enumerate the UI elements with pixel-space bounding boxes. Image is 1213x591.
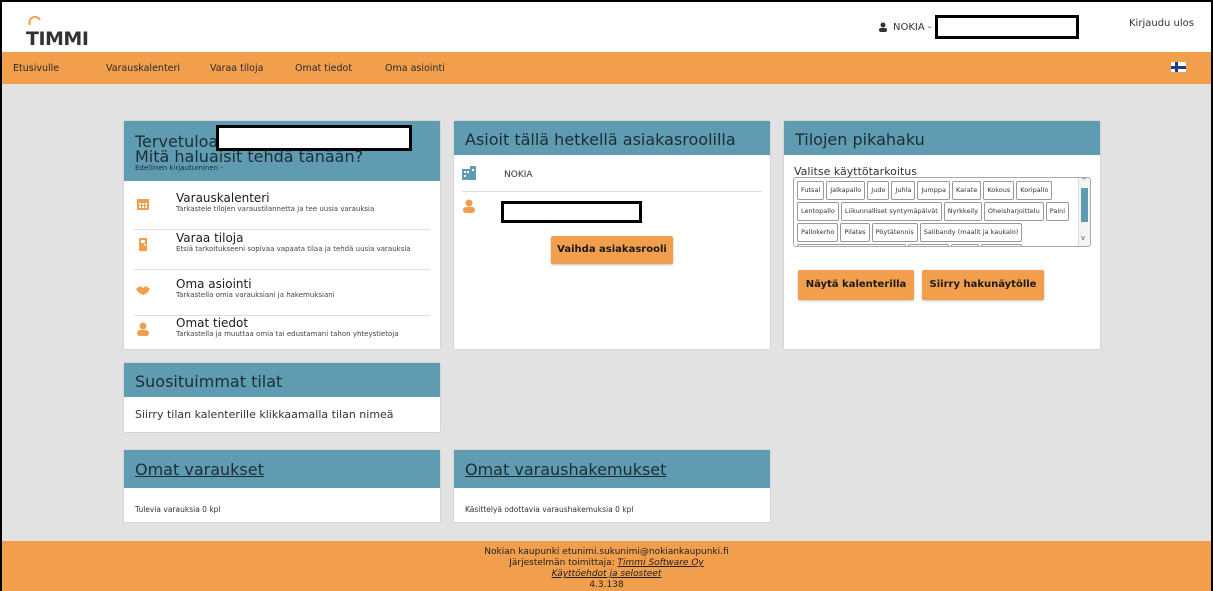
show-calendar-button[interactable]: Näytä kalenterilla	[798, 270, 914, 300]
user-label: NOKIA -	[893, 21, 932, 33]
redacted-username	[934, 15, 1079, 39]
menu-item-desc: Etsiä tarkoitukseeni sopivaa vapaata til…	[176, 245, 411, 253]
user-icon	[137, 322, 149, 336]
popular-text: Siirry tilan kalenterille klikkaamalla t…	[135, 408, 394, 421]
welcome-card: Tervetuloa Mitä haluaisit tehdä tänään? …	[124, 121, 440, 349]
purpose-tag[interactable]: Liikunnalliset syntymäpäivät	[840, 202, 942, 221]
purpose-tag[interactable]: Pöytätennis	[871, 223, 918, 242]
door-icon	[139, 238, 147, 251]
footer-vendor-line: Järjestelmän toimittaja: Timmi Software …	[2, 558, 1211, 569]
nav-item-my-transactions[interactable]: Oma asiointi	[385, 63, 445, 74]
go-search-button[interactable]: Siirry hakunäytölle	[922, 270, 1044, 300]
redacted-person	[501, 201, 642, 223]
vendor-link[interactable]: Timmi Software Oy	[618, 558, 704, 568]
user-menu[interactable]: NOKIA -	[878, 15, 1079, 39]
purpose-tag[interactable]: Koripallo	[1016, 181, 1053, 200]
purpose-tag[interactable]: Sulkapallo	[907, 244, 950, 246]
scroll-down-icon[interactable]: v	[1081, 234, 1085, 242]
applications-title-link[interactable]: Omat varaushakemukset	[465, 460, 666, 479]
purpose-tag[interactable]: Juhla	[891, 181, 916, 200]
menu-item-title: Omat tiedot	[176, 316, 249, 330]
nav-item-home[interactable]: Etusivulle	[13, 63, 59, 74]
purpose-tag[interactable]: Tanssi	[951, 244, 979, 246]
scroll-up-icon[interactable]: ^	[1081, 178, 1087, 185]
purpose-tag[interactable]: Nyrkkeily	[943, 202, 982, 221]
role-card: Asioit tällä hetkellä asiakasroolilla NO…	[454, 121, 770, 349]
purpose-tag[interactable]: Karate	[951, 181, 982, 200]
version: 4.3.138	[589, 580, 624, 590]
menu-item-desc: Tarkastele tilojen varaustilannetta ja t…	[176, 205, 375, 213]
purpose-tag[interactable]: Futsal	[797, 181, 825, 200]
nav-item-calendar[interactable]: Varauskalenteri	[106, 63, 180, 74]
menu-item-title: Oma asiointi	[176, 277, 252, 291]
popular-header: Suosituimmat tilat	[124, 363, 440, 397]
role-header: Asioit tällä hetkellä asiakasroolilla	[454, 121, 770, 155]
menu-item-desc: Tarkastella ja muuttaa omia tai edustama…	[176, 330, 399, 338]
calendar-icon	[137, 199, 149, 210]
my-applications-card: Omat varaushakemukset Käsittelyä odottav…	[454, 450, 770, 522]
logo-text: TIMMI	[26, 28, 89, 50]
reservations-title-link[interactable]: Omat varaukset	[135, 460, 264, 479]
popular-title: Suosituimmat tilat	[135, 372, 283, 391]
purpose-tag[interactable]: Salibandy (maalit, ei kaukaloa)	[797, 244, 906, 246]
applications-count: Käsittelyä odottavia varaushakemuksia 0 …	[465, 505, 634, 514]
purpose-tag[interactable]: Pilates	[840, 223, 870, 242]
menu-item-desc: Tarkastella omia varauksiani ja hakemuks…	[176, 291, 335, 299]
quick-search-title: Tilojen pikahaku	[795, 130, 925, 149]
purpose-tag[interactable]: Pallokerho	[797, 223, 839, 242]
welcome-header: Tervetuloa Mitä haluaisit tehdä tänään? …	[124, 121, 440, 181]
main-nav: Etusivulle Varauskalenteri Varaa tiloja …	[2, 52, 1211, 84]
purpose-tag-list[interactable]: Futsal Jalkapallo Judo Juhla Jumppa Karate Kok…	[793, 177, 1091, 247]
org-name: NOKIA	[504, 170, 533, 180]
purpose-tag[interactable]: Judo	[867, 181, 890, 200]
purpose-tag[interactable]: Lentopallo	[797, 202, 839, 221]
popular-spaces-card: Suosituimmat tilat Siirry tilan kalenter…	[124, 363, 440, 432]
footer-contact: Nokian kaupunki etunimi.sukunimi@nokiank…	[484, 547, 729, 557]
my-reservations-card: Omat varaukset Tulevia varauksia 0 kpl	[124, 450, 440, 522]
menu-item-book[interactable]: Varaa tiloja Etsiä tarkoitukseeni sopiva…	[134, 223, 430, 270]
applications-header: Omat varaushakemukset	[454, 450, 770, 488]
top-bar: TIMMI NOKIA - Kirjaudu ulos	[2, 2, 1211, 52]
building-icon	[462, 166, 476, 180]
purpose-tag[interactable]: Paini	[1045, 202, 1070, 221]
footer-vendor-label: Järjestelmän toimittaja:	[509, 558, 615, 568]
purpose-tags: Futsal Jalkapallo Judo Juhla Jumppa Karate Kok…	[796, 180, 1076, 246]
reservations-header: Omat varaukset	[124, 450, 440, 488]
last-login: Edellinen kirjautuminen -	[135, 164, 223, 172]
purpose-tag[interactable]: Kokous	[983, 181, 1015, 200]
menu-item-profile[interactable]: Omat tiedot Tarkastella ja muuttaa omia …	[134, 308, 430, 354]
logo-arc-icon	[28, 15, 41, 26]
purpose-tag[interactable]: Voimistelu	[980, 244, 1023, 246]
quick-search-card: Tilojen pikahaku Valitse käyttötarkoitus…	[784, 121, 1100, 349]
purpose-tag[interactable]: Jalkapallo	[826, 181, 866, 200]
purpose-tag[interactable]: Oheisharjoittelu	[983, 202, 1044, 221]
footer: Nokian kaupunki etunimi.sukunimi@nokiank…	[2, 541, 1211, 591]
quick-search-header: Tilojen pikahaku	[784, 121, 1100, 155]
handshake-icon	[136, 286, 150, 295]
scrollbar-thumb[interactable]	[1081, 188, 1088, 222]
logout-link[interactable]: Kirjaudu ulos	[1129, 18, 1194, 29]
terms-link[interactable]: Käyttöehdot ja selosteet	[2, 569, 1211, 580]
nav-item-book[interactable]: Varaa tiloja	[210, 63, 263, 74]
menu-item-title: Varauskalenteri	[176, 191, 270, 205]
tag-list-scrollbar[interactable]: ^ v	[1078, 178, 1090, 246]
divider	[462, 191, 762, 192]
user-icon	[879, 22, 887, 32]
nav-item-profile[interactable]: Omat tiedot	[295, 63, 352, 74]
user-icon	[463, 199, 475, 213]
role-title: Asioit tällä hetkellä asiakasroolilla	[465, 130, 736, 149]
menu-item-title: Varaa tiloja	[176, 231, 244, 245]
change-role-button[interactable]: Vaihda asiakasrooli	[551, 236, 673, 264]
finnish-flag-icon[interactable]	[1171, 62, 1186, 72]
purpose-tag[interactable]: Jumppa	[917, 181, 950, 200]
reservations-count: Tulevia varauksia 0 kpl	[135, 505, 221, 514]
purpose-tag[interactable]: Salibandy (maalit ja kaukalo)	[919, 223, 1023, 242]
